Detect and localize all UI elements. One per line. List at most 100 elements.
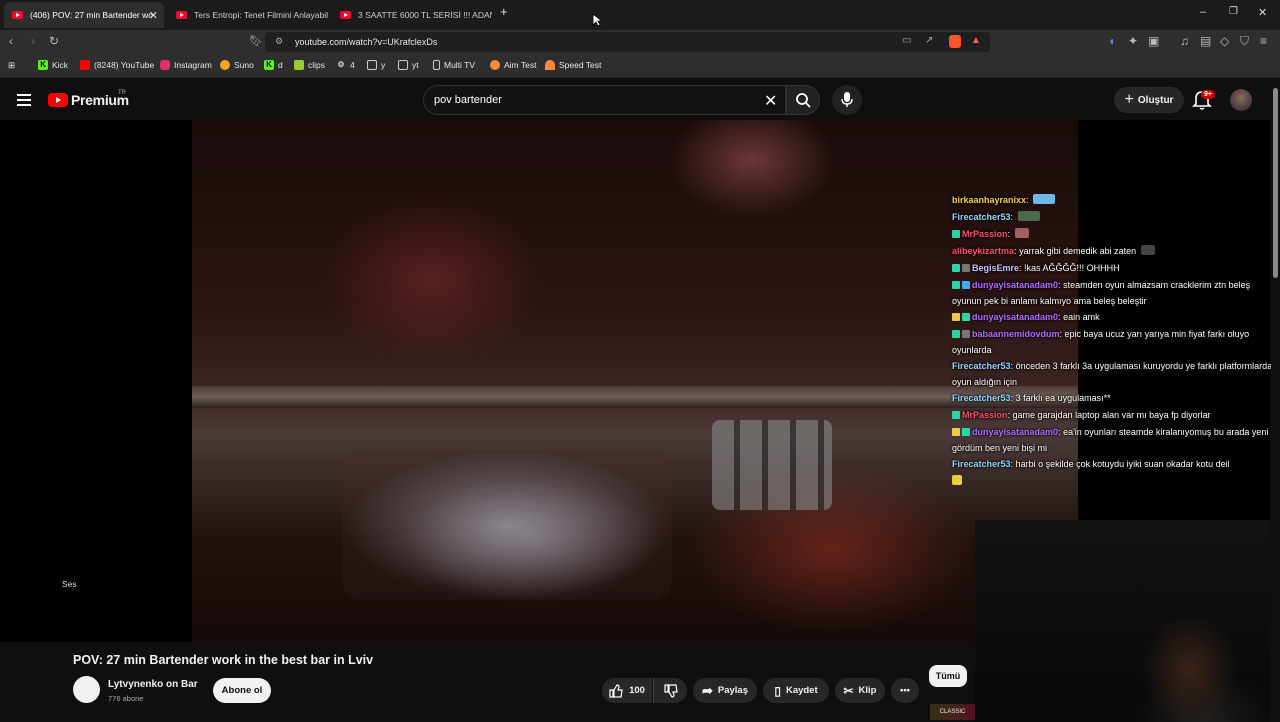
share-button[interactable]: ➦ Paylaş xyxy=(693,678,757,703)
maximize-icon[interactable]: ❐ xyxy=(1229,6,1238,17)
forward-icon[interactable]: › xyxy=(31,34,35,48)
music-icon[interactable]: ♫ xyxy=(1180,34,1189,48)
video-scene xyxy=(192,386,1078,408)
bookmark-folder-y[interactable]: y xyxy=(367,60,385,70)
scrollbar-thumb[interactable] xyxy=(1273,88,1278,278)
chat-message: Firecatcher53: 3 farklı ea uygulaması** xyxy=(952,393,1111,403)
close-tab-icon[interactable]: ✕ xyxy=(149,9,158,22)
bookmark-label: Kick xyxy=(52,60,69,70)
screen-icon[interactable]: ▭ xyxy=(902,35,911,46)
like-button[interactable]: 100 xyxy=(602,678,652,703)
video-player[interactable]: Ses birkaanhayranixx: Firecatcher53: MrP… xyxy=(0,120,1277,722)
youtube-favicon-icon xyxy=(176,11,187,19)
chat-username: Firecatcher53 xyxy=(952,361,1011,371)
clip-button[interactable]: ✂ Klip xyxy=(835,678,885,703)
clip-label: Klip xyxy=(858,685,877,696)
extension-icon[interactable]: ▣ xyxy=(1148,34,1159,48)
chat-badge-icon xyxy=(952,230,960,238)
chat-username: alibeykizartma xyxy=(952,246,1015,256)
search-button[interactable] xyxy=(786,85,820,115)
create-button[interactable]: + Oluştur xyxy=(1114,87,1184,113)
back-icon[interactable]: ‹ xyxy=(9,34,13,48)
extensions-icon[interactable]: ✦ xyxy=(1128,34,1138,48)
bookmark-4[interactable]: ⚙ 4 xyxy=(336,60,355,70)
chat-message: Firecatcher53: harbi o şekilde çok kotuy… xyxy=(952,459,1230,469)
bookmark-clips[interactable]: clips xyxy=(294,60,325,70)
minimize-icon[interactable]: – xyxy=(1200,6,1206,18)
voice-search-button[interactable] xyxy=(832,85,862,115)
youtube-logo-icon xyxy=(48,93,68,107)
url-text: youtube.com/watch?v=UKrafclexDs xyxy=(295,37,438,47)
save-button[interactable]: ▯ Kaydet xyxy=(763,678,829,703)
bookmark-d[interactable]: Kd xyxy=(264,60,283,70)
share-icon[interactable]: ↗ xyxy=(925,35,933,46)
more-actions-button[interactable]: ••• xyxy=(891,678,919,703)
chat-text: game garajdan laptop alan var mı baya fp… xyxy=(1012,410,1211,420)
kick-icon: K xyxy=(264,60,274,70)
browser-tab[interactable]: Ters Entropi: Tenet Filmini Anlayabild xyxy=(168,2,328,28)
channel-avatar[interactable] xyxy=(73,676,100,703)
bookmark-suno[interactable]: Suno xyxy=(220,60,254,70)
search-input[interactable]: pov bartender ✕ xyxy=(423,85,786,115)
account-avatar[interactable] xyxy=(1230,89,1252,111)
folder-icon xyxy=(367,60,377,70)
bookmark-label: 4 xyxy=(350,60,355,70)
filter-chip-all[interactable]: Tümü xyxy=(929,665,967,687)
new-tab-icon[interactable]: + xyxy=(500,4,508,19)
wallet-icon[interactable]: ◇ xyxy=(1220,34,1229,48)
bookmark-instagram[interactable]: Instagram xyxy=(160,60,212,70)
bookmark-youtube[interactable]: (8248) YouTube xyxy=(80,60,154,70)
reload-icon[interactable]: ↻ xyxy=(49,34,59,48)
bookmark-label: Suno xyxy=(234,60,254,70)
bookmark-multitv[interactable]: Multi TV xyxy=(433,60,475,70)
brave-shield-icon[interactable] xyxy=(949,35,961,48)
bookmark-icon[interactable]: 🔖︎ xyxy=(249,34,263,47)
video-frame[interactable] xyxy=(192,120,1078,642)
address-bar[interactable]: ⚙︎ youtube.com/watch?v=UKrafclexDs ▭ ↗ ▲ xyxy=(265,32,990,52)
notification-badge: 9+ xyxy=(1201,90,1215,99)
sidebar-icon[interactable]: ▤ xyxy=(1200,34,1211,48)
audio-playing-icon[interactable]: ◖ xyxy=(1108,34,1115,48)
browser-tab-active[interactable]: (406) POV: 27 min Bartender wo ✕ xyxy=(4,2,164,28)
youtube-favicon-icon xyxy=(340,11,351,19)
bookmark-aimtest[interactable]: Aim Test xyxy=(490,60,536,70)
instagram-icon xyxy=(160,60,170,70)
chat-badge-icon xyxy=(952,428,960,436)
vpn-icon[interactable]: ⛉ xyxy=(1240,34,1249,49)
stream-chat-overlay: birkaanhayranixx: Firecatcher53: MrPassi… xyxy=(952,192,1278,490)
page-scrollbar[interactable] xyxy=(1271,80,1280,720)
brave-rewards-icon[interactable]: ▲ xyxy=(971,35,981,46)
chat-message: dunyayisatanadam0: ea'in oyunları steamd… xyxy=(952,427,1269,453)
site-settings-icon[interactable]: ⚙︎ xyxy=(275,36,283,47)
chat-message: babaannemidovdum: epic baya ucuz yarı ya… xyxy=(952,329,1250,355)
audio-label: Ses xyxy=(62,579,77,589)
chat-username: dunyayisatanadam0 xyxy=(972,427,1059,437)
chat-message: birkaanhayranixx: xyxy=(952,192,1278,209)
settings-icon: ⚙ xyxy=(337,60,345,69)
like-count: 100 xyxy=(629,685,645,696)
close-window-icon[interactable]: ✕ xyxy=(1258,6,1267,19)
channel-name[interactable]: Lytvynenko on Bar xyxy=(108,679,198,690)
microphone-icon xyxy=(841,92,853,107)
clear-search-icon[interactable]: ✕ xyxy=(764,91,777,111)
chat-message: dunyayisatanadam0: steamden oyun almazsa… xyxy=(952,280,1251,306)
bookmark-folder-yt[interactable]: yt xyxy=(398,60,419,70)
bookmark-speedtest[interactable]: Speed Test xyxy=(545,60,601,70)
chat-username: birkaanhayranixx xyxy=(952,195,1027,205)
apps-grid-icon[interactable]: ⊞ xyxy=(8,60,15,71)
tab-title: 3 SAATTE 6000 TL SERİSİ !!! ADANA xyxy=(358,10,492,20)
browser-tab[interactable]: 3 SAATTE 6000 TL SERİSİ !!! ADANA xyxy=(332,2,492,28)
search-icon xyxy=(796,93,811,108)
chat-username: Firecatcher53 xyxy=(952,459,1011,469)
hamburger-menu-icon[interactable] xyxy=(17,94,31,106)
tab-title: (406) POV: 27 min Bartender wo xyxy=(30,10,153,20)
video-scene xyxy=(342,450,672,600)
chat-badge-icon xyxy=(962,313,970,321)
logo-country-code: TR xyxy=(118,90,126,96)
youtube-premium-logo[interactable]: Premium xyxy=(48,92,129,108)
dislike-button[interactable] xyxy=(653,678,687,703)
subscribe-button[interactable]: Abone ol xyxy=(213,678,271,703)
bookmark-kick[interactable]: K Kick xyxy=(38,60,68,70)
menu-icon[interactable]: ≡ xyxy=(1260,34,1267,48)
emote-icon xyxy=(1033,194,1056,204)
